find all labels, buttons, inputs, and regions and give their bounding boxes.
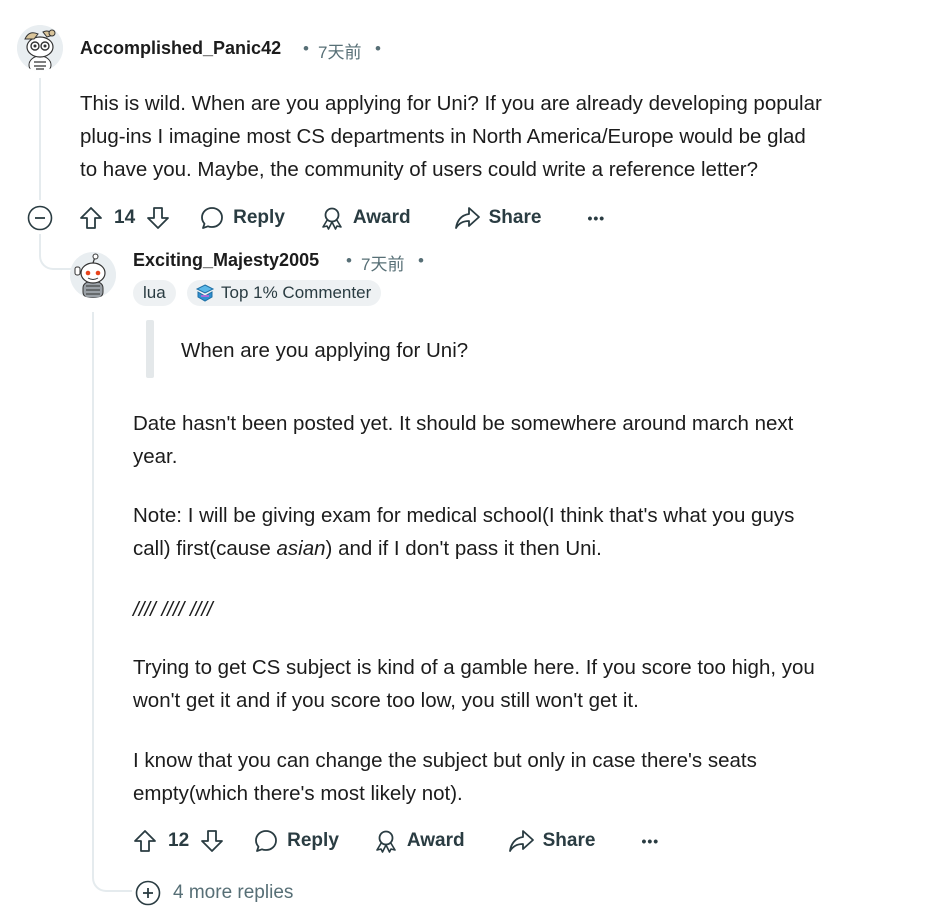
comment2-award-label: Award: [406, 830, 465, 851]
comment2-line: I know that you can change the subject b…: [133, 749, 757, 772]
award-icon: [373, 828, 399, 854]
thread-line-comment1: [39, 78, 41, 200]
share-arrow-icon: [453, 205, 481, 231]
comment2-emphasis: asian: [276, 537, 326, 560]
comment2-paragraph: I know that you can change the subject b…: [133, 744, 923, 810]
comment1-more-options-button[interactable]: •••: [579, 200, 613, 236]
downvote-icon[interactable]: [199, 828, 225, 854]
comment2-line: Date hasn't been posted yet. It should b…: [133, 412, 794, 435]
comment1-vote-count: 14: [114, 207, 136, 228]
comment2-line: //// //// ////: [133, 598, 213, 621]
snoo-avatar-icon: [70, 252, 116, 298]
plus-circle-icon: [135, 880, 161, 906]
more-options-icon: •••: [641, 833, 660, 849]
comment2-paragraph: //// //// ////: [133, 593, 213, 626]
comment2-more-options-button[interactable]: •••: [633, 823, 667, 859]
comment1-vote-group: 14: [78, 205, 171, 231]
upvote-icon[interactable]: [132, 828, 158, 854]
comment1-share-button[interactable]: Share: [445, 200, 550, 236]
minus-circle-icon: [27, 205, 53, 231]
comment1-body-line: plug-ins I imagine most CS departments i…: [80, 125, 806, 148]
comment1-reply-label: Reply: [233, 207, 285, 228]
snoo-avatar-icon: [17, 25, 63, 71]
comment2-share-button[interactable]: Share: [499, 823, 604, 859]
comment2-reply-button[interactable]: Reply: [245, 823, 347, 859]
blockquote-bar: [146, 320, 154, 378]
thread-connector-comment2: [39, 234, 73, 270]
comment1-timestamp[interactable]: 7天前: [318, 38, 361, 63]
comment-bubble-icon: [199, 205, 225, 231]
comment1-award-label: Award: [352, 207, 411, 228]
top-commenter-icon: [195, 284, 215, 302]
user-flair-label: lua: [143, 283, 166, 302]
comment1-body: This is wild. When are you applying for …: [80, 87, 930, 186]
comment2-line: ) and if I don't pass it then Uni.: [325, 537, 602, 560]
comment2-paragraph: Trying to get CS subject is kind of a ga…: [133, 651, 923, 717]
comment1-body-line: This is wild. When are you applying for …: [80, 92, 822, 115]
downvote-icon[interactable]: [145, 205, 171, 231]
blockquote-text: When are you applying for Uni?: [181, 339, 469, 362]
award-icon: [319, 205, 345, 231]
avatar-exciting-majesty2005[interactable]: [70, 252, 116, 298]
comment2-line: empty(which there's most likely not).: [133, 782, 463, 805]
comment-bubble-icon: [253, 828, 279, 854]
top-commenter-label: Top 1% Commenter: [221, 283, 372, 302]
comment2-line: year.: [133, 445, 178, 468]
comment2-line: Note: I will be giving exam for medical …: [133, 504, 795, 527]
more-replies-button[interactable]: 4 more replies: [135, 880, 293, 906]
upvote-icon[interactable]: [78, 205, 104, 231]
comment2-paragraph: Date hasn't been posted yet. It should b…: [133, 407, 923, 473]
comment2-vote-count: 12: [168, 830, 190, 851]
comment2-line: won't get it and if you score too low, y…: [133, 689, 639, 712]
user-flair: lua: [133, 280, 176, 306]
comment1-separator: •: [303, 39, 309, 58]
comment2-username[interactable]: Exciting_Majesty2005: [133, 250, 319, 271]
avatar-accomplished-panic42[interactable]: [17, 25, 63, 71]
comment2-line: call) first(cause: [133, 537, 277, 560]
thread-connector-more-replies: [92, 866, 132, 892]
comment2-share-label: Share: [542, 830, 596, 851]
comment2-timestamp[interactable]: 7天前: [361, 250, 404, 275]
more-options-icon: •••: [587, 210, 606, 226]
comment1-award-button[interactable]: Award: [311, 200, 419, 236]
more-replies-label: 4 more replies: [173, 882, 294, 903]
comment2-award-button[interactable]: Award: [365, 823, 473, 859]
share-arrow-icon: [507, 828, 535, 854]
comment1-actions: 14 Reply Award Share •••: [78, 200, 613, 236]
comment1-body-line: to have you. Maybe, the community of use…: [80, 158, 758, 181]
comment2-actions: 12 Reply Award Share •••: [132, 823, 667, 859]
comment1-username[interactable]: Accomplished_Panic42: [80, 38, 281, 59]
comment1-share-label: Share: [488, 207, 542, 228]
comment2-reply-label: Reply: [287, 830, 339, 851]
comment1-reply-button[interactable]: Reply: [191, 200, 293, 236]
collapse-thread-button[interactable]: [27, 205, 53, 231]
top-commenter-badge: Top 1% Commenter: [187, 280, 382, 306]
comment2-line: Trying to get CS subject is kind of a ga…: [133, 656, 815, 679]
comment2-trailing-dot: •: [418, 251, 424, 270]
comment2-paragraph: Note: I will be giving exam for medical …: [133, 499, 923, 565]
thread-line-comment2: [92, 312, 94, 868]
comment1-trailing-dot: •: [375, 39, 381, 58]
comment2-vote-group: 12: [132, 828, 225, 854]
comment2-separator: •: [346, 251, 352, 270]
